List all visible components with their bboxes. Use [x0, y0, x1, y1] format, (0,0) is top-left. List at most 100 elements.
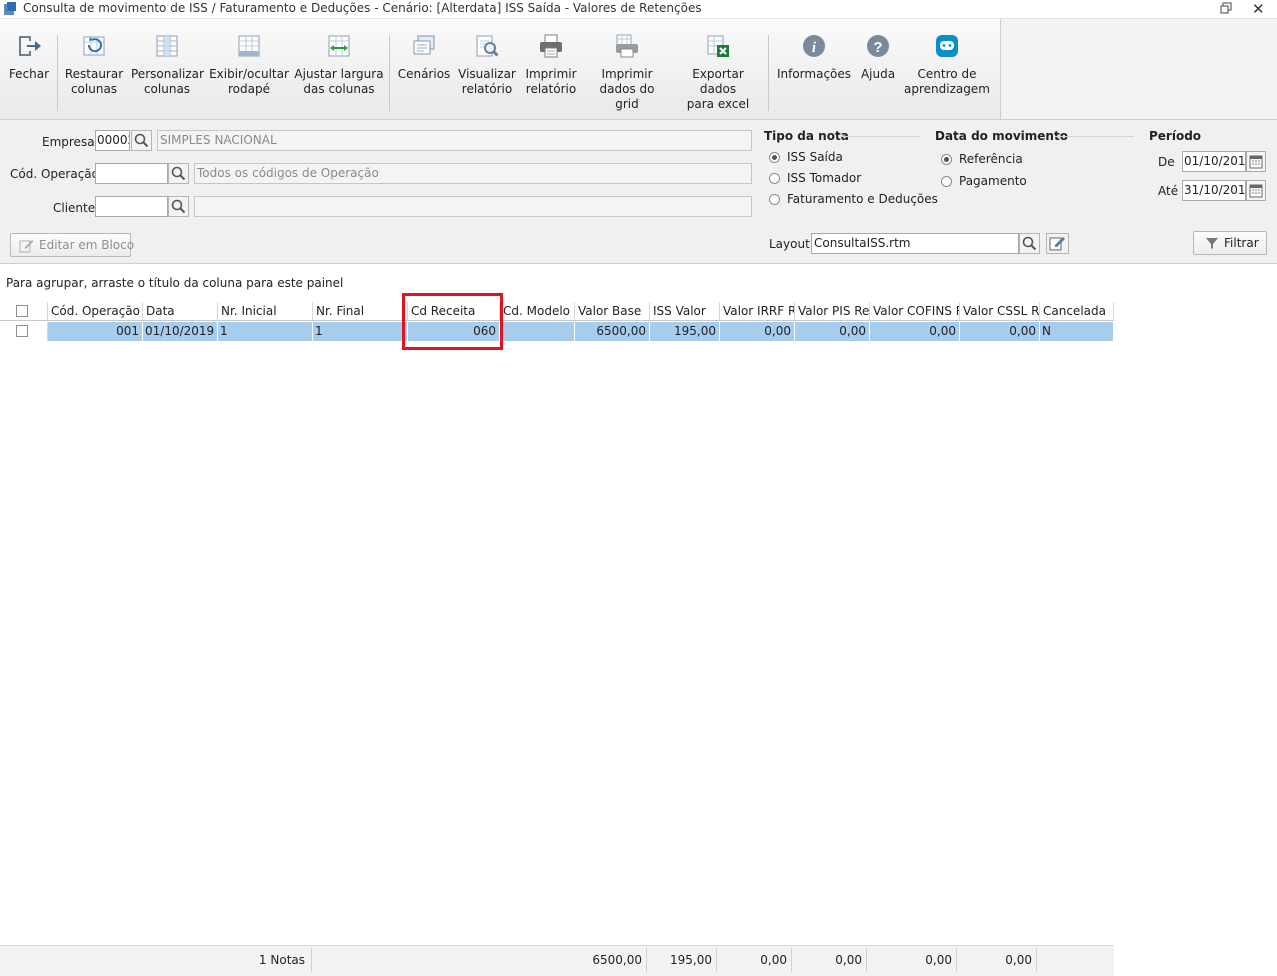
- print-report-button[interactable]: Imprimir relatório: [522, 19, 580, 119]
- table-cell[interactable]: 0,00: [720, 322, 795, 341]
- cliente-input[interactable]: [95, 196, 168, 217]
- window-title: Consulta de movimento de ISS / Faturamen…: [23, 1, 702, 15]
- table-cell[interactable]: 0,00: [960, 322, 1040, 341]
- app-icon: [4, 2, 16, 15]
- export-excel-button[interactable]: Exportar dados para excel: [674, 19, 762, 119]
- radio-button[interactable]: [941, 176, 952, 187]
- radio-iss-tomador-label: ISS Tomador: [787, 171, 862, 185]
- select-all-header[interactable]: [0, 302, 48, 321]
- information-button[interactable]: i Informações: [776, 19, 852, 119]
- footer-total-iss: 195,00: [670, 953, 712, 967]
- empresa-code-input[interactable]: 00002: [95, 130, 130, 151]
- adjust-column-width-button[interactable]: Ajustar largura das colunas: [294, 19, 384, 119]
- print-grid-button[interactable]: Imprimir dados do grid: [586, 19, 668, 119]
- learning-center-icon: [936, 35, 958, 57]
- date-from-input[interactable]: 01/10/2019: [1182, 151, 1246, 172]
- column-header[interactable]: Valor COFINS Re: [870, 302, 960, 321]
- column-header[interactable]: ISS Valor: [650, 302, 720, 321]
- radio-button[interactable]: [769, 152, 780, 163]
- radio-pagamento[interactable]: Pagamento: [941, 174, 1061, 192]
- column-header[interactable]: Cód. Operação: [48, 302, 143, 321]
- column-header[interactable]: Nr. Inicial: [218, 302, 313, 321]
- scenarios-label: Cenários: [397, 67, 451, 81]
- search-icon: [1022, 236, 1037, 251]
- toggle-footer-button[interactable]: Exibir/ocultar rodapé: [209, 19, 289, 119]
- close-button[interactable]: Fechar: [4, 19, 54, 119]
- radio-referencia-label: Referência: [959, 152, 1023, 166]
- table-cell[interactable]: 01/10/2019: [143, 322, 218, 341]
- layout-search-button[interactable]: [1019, 233, 1040, 254]
- footer-divider: [646, 948, 647, 972]
- filter-button[interactable]: Filtrar: [1193, 231, 1267, 255]
- radio-pagamento-label: Pagamento: [959, 174, 1027, 188]
- table-cell[interactable]: 001: [48, 322, 143, 341]
- table-cell[interactable]: [500, 322, 575, 341]
- empresa-name-field: SIMPLES NACIONAL: [157, 130, 752, 151]
- column-header[interactable]: Valor PIS Reti: [795, 302, 870, 321]
- codop-input[interactable]: [95, 163, 168, 184]
- date-from-picker[interactable]: [1246, 151, 1266, 172]
- preview-report-button[interactable]: Visualizar relatório: [458, 19, 516, 119]
- footer-divider: [956, 948, 957, 972]
- cliente-description-field: [194, 196, 752, 217]
- radio-button[interactable]: [941, 154, 952, 165]
- row-checkbox[interactable]: [16, 325, 28, 337]
- radio-referencia[interactable]: Referência: [941, 152, 1061, 170]
- print-grid-icon: [616, 34, 638, 58]
- print-icon: [540, 34, 562, 58]
- table-cell[interactable]: 6500,00: [575, 322, 650, 341]
- table-cell[interactable]: 0,00: [870, 322, 960, 341]
- info-icon: i: [803, 35, 825, 57]
- print-grid-label: Imprimir dados do grid: [599, 67, 655, 111]
- restore-columns-button[interactable]: Restaurar colunas: [62, 19, 126, 119]
- radio-iss-saida[interactable]: ISS Saída: [769, 150, 929, 168]
- empresa-search-button[interactable]: [131, 130, 152, 151]
- periodo-title: Período: [1149, 129, 1202, 143]
- column-header[interactable]: Cd. Modelo: [500, 302, 575, 321]
- layout-input[interactable]: ConsultaISS.rtm: [811, 233, 1019, 254]
- date-to-input[interactable]: 31/10/2019: [1182, 180, 1246, 201]
- edit-icon: [19, 240, 34, 253]
- radio-faturamento-deducoes[interactable]: Faturamento e Deduções: [769, 192, 938, 210]
- customize-columns-button[interactable]: Personalizar colunas: [131, 19, 204, 119]
- column-header[interactable]: Cancelada: [1040, 302, 1114, 321]
- export-excel-label: Exportar dados para excel: [686, 67, 750, 111]
- restore-window-icon[interactable]: [1220, 2, 1232, 14]
- search-icon: [171, 166, 186, 181]
- date-to-picker[interactable]: [1246, 180, 1266, 201]
- radio-iss-tomador[interactable]: ISS Tomador: [769, 171, 929, 189]
- column-header[interactable]: Data: [143, 302, 218, 321]
- radio-button[interactable]: [769, 173, 780, 184]
- table-cell[interactable]: 1: [218, 322, 313, 341]
- table-cell[interactable]: 0,00: [795, 322, 870, 341]
- close-window-icon[interactable]: ✕: [1252, 0, 1265, 18]
- select-all-checkbox[interactable]: [16, 305, 28, 317]
- calendar-icon: [1249, 184, 1263, 198]
- group-by-panel-hint[interactable]: Para agrupar, arraste o título da coluna…: [6, 276, 343, 290]
- cliente-search-button[interactable]: [168, 196, 189, 217]
- radio-iss-saida-label: ISS Saída: [787, 150, 843, 164]
- filter-icon: [1206, 238, 1218, 249]
- footer-divider: [716, 948, 717, 972]
- column-header[interactable]: Nr. Final: [313, 302, 408, 321]
- restore-columns-icon: [83, 36, 105, 56]
- table-cell[interactable]: N: [1040, 322, 1114, 341]
- column-header[interactable]: Valor CSSL Ret: [960, 302, 1040, 321]
- help-label: Ajuda: [860, 67, 896, 81]
- table-cell[interactable]: 195,00: [650, 322, 720, 341]
- layout-edit-button[interactable]: [1046, 233, 1069, 254]
- toolbar-divider: [389, 35, 390, 111]
- learning-center-button[interactable]: Centro de aprendizagem: [904, 19, 990, 119]
- radio-button[interactable]: [769, 194, 780, 205]
- column-header[interactable]: Valor IRRF Re: [720, 302, 795, 321]
- edit-in-block-button[interactable]: Editar em Bloco: [10, 233, 134, 257]
- codop-search-button[interactable]: [168, 163, 189, 184]
- table-cell[interactable]: 1: [313, 322, 408, 341]
- column-header[interactable]: Valor Base: [575, 302, 650, 321]
- help-button[interactable]: ? Ajuda: [856, 19, 900, 119]
- footer-toggle-icon: [238, 35, 260, 57]
- row-select-cell[interactable]: [0, 322, 48, 341]
- information-label: Informações: [776, 67, 852, 81]
- toolbar: Fechar Restaurar colunas Personalizar co…: [0, 19, 1000, 120]
- scenarios-button[interactable]: Cenários: [396, 19, 452, 119]
